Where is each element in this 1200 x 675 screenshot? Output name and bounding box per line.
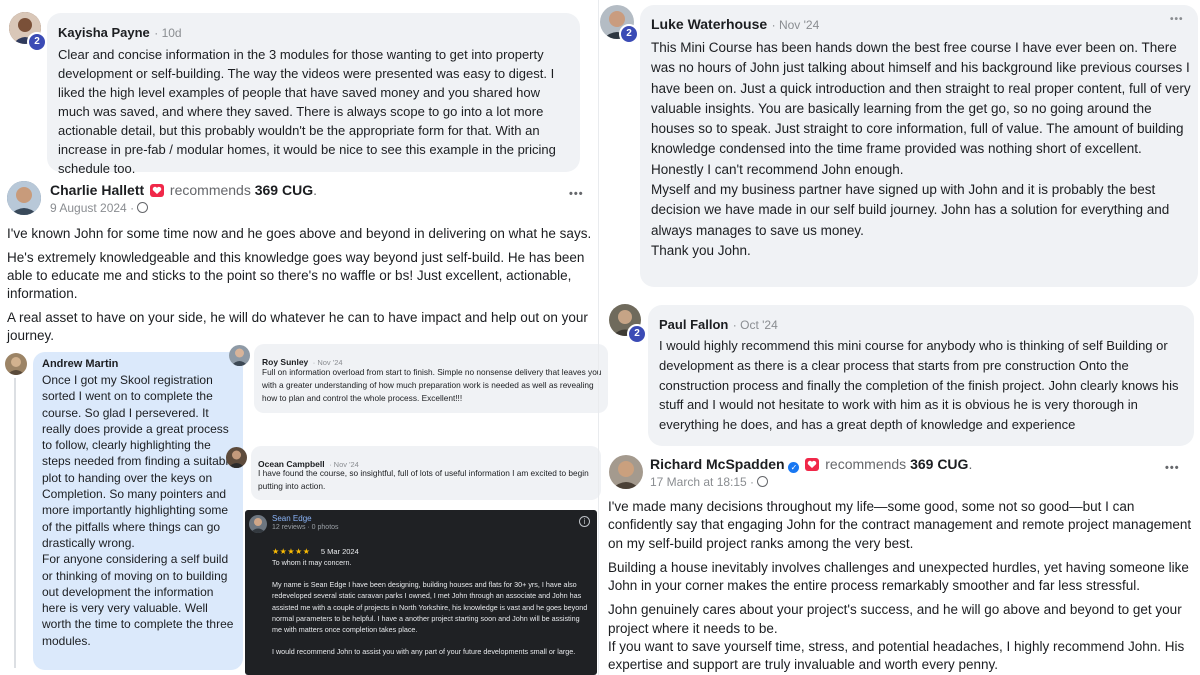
post-paragraph: I've known John for some time now and he…	[7, 226, 592, 241]
recommend-icon	[805, 458, 820, 471]
page-link[interactable]: 369 CUG	[910, 456, 968, 472]
avatar-image	[249, 515, 267, 533]
post-paragraph: If you want to save yourself time, stres…	[608, 639, 1185, 673]
avatar-image	[7, 181, 41, 215]
author-name[interactable]: Andrew Martin	[42, 358, 118, 370]
author-name[interactable]: Luke Waterhouse	[651, 16, 767, 32]
post-paragraph: He's extremely knowledgeable and this kn…	[7, 250, 585, 301]
post-paragraph: A real asset to have on your side, he wi…	[7, 310, 588, 343]
review-date: 5 Mar 2024	[320, 547, 359, 556]
avatar-image	[226, 447, 247, 468]
avatar-sean[interactable]	[249, 515, 267, 533]
author-name[interactable]: Kayisha Payne	[58, 25, 150, 40]
badge-kayisha: 2	[27, 32, 47, 52]
star-rating: ★★★★★	[272, 547, 311, 556]
comment-text: This Mini Course has been hands down the…	[651, 40, 1191, 258]
globe-icon	[137, 202, 149, 213]
comment-time[interactable]: Nov '24	[779, 18, 819, 32]
comment-text: I would highly recommend this mini cours…	[659, 338, 1179, 433]
author-name[interactable]: Paul Fallon	[659, 317, 728, 332]
comment-andrew: Andrew Martin Once I got my Skool regist…	[33, 352, 243, 670]
comment-time[interactable]: 10d	[162, 26, 182, 40]
avatar-image	[229, 345, 250, 366]
page-link[interactable]: 369 CUG	[255, 182, 313, 198]
column-divider	[598, 0, 599, 675]
comment-time[interactable]: Oct '24	[740, 318, 778, 332]
avatar-image	[609, 455, 643, 489]
recommends-text: recommends	[169, 182, 251, 198]
post-body-charlie: I've known John for some time now and he…	[7, 225, 592, 351]
comment-luke: Luke Waterhouse · Nov '24 ••• This Mini …	[640, 5, 1198, 287]
comment-paul: Paul Fallon · Oct '24 I would highly rec…	[648, 305, 1194, 446]
post-date[interactable]: 9 August 2024 ·	[50, 201, 134, 215]
more-options-button[interactable]: •••	[1165, 462, 1180, 474]
info-icon[interactable]: i	[579, 516, 590, 527]
post-body-richard: I've made many decisions throughout my l…	[608, 498, 1193, 675]
avatar-richard[interactable]	[609, 455, 643, 489]
comment-text: Once I got my Skool registration sorted …	[42, 373, 235, 648]
comment-text: I have found the course, so insightful, …	[258, 468, 589, 491]
badge-luke: 2	[619, 24, 639, 44]
comment-ocean: Ocean Campbell · Nov '24 I have found th…	[251, 446, 601, 500]
comment-text: Clear and concise information in the 3 m…	[58, 47, 556, 176]
comment-text: Full on information overload from start …	[262, 367, 602, 403]
comment-roy: Roy Sunley · Nov '24 Full on information…	[254, 344, 608, 413]
reviewer-name[interactable]: Sean Edge	[272, 514, 312, 523]
reviewer-stats: 12 reviews · 0 photos	[272, 524, 339, 531]
recommends-text: recommends	[825, 456, 907, 472]
review-card-sean: Sean Edge 12 reviews · 0 photos i ★★★★★ …	[245, 510, 597, 675]
post-date[interactable]: 17 March at 18:15 ·	[650, 475, 754, 489]
avatar-charlie[interactable]	[7, 181, 41, 215]
comment-kayisha: Kayisha Payne · 10d Clear and concise in…	[47, 13, 580, 176]
post-paragraph: John genuinely cares about your project'…	[608, 602, 1182, 636]
avatar-image	[5, 353, 27, 375]
more-options-button[interactable]: •••	[1170, 14, 1184, 25]
badge-paul: 2	[627, 324, 647, 344]
thread-line	[14, 378, 16, 668]
avatar-roy[interactable]	[229, 345, 250, 366]
verified-icon: ✓	[788, 462, 800, 473]
post-paragraph: Building a house inevitably involves cha…	[608, 559, 1189, 594]
recommend-icon	[150, 184, 165, 197]
author-name[interactable]: Richard McSpadden	[650, 456, 785, 472]
author-name[interactable]: Charlie Hallett	[50, 182, 144, 198]
review-text: To whom it may concern. My name is Sean …	[272, 558, 588, 657]
globe-icon	[757, 476, 769, 487]
more-options-button[interactable]: •••	[569, 188, 584, 200]
post-paragraph: I've made many decisions throughout my l…	[608, 499, 1192, 551]
avatar-ocean[interactable]	[226, 447, 247, 468]
avatar-andrew[interactable]	[5, 353, 27, 375]
